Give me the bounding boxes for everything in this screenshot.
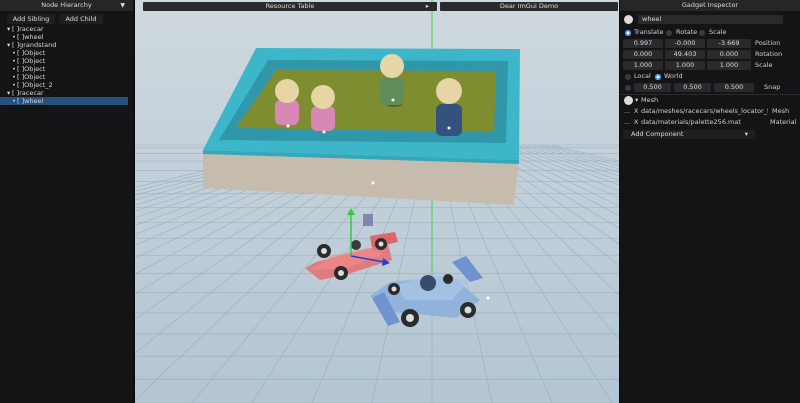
node-marker	[371, 181, 375, 185]
local-radio[interactable]	[625, 74, 631, 80]
mesh-header-label: Mesh	[641, 96, 659, 104]
scale-x-field[interactable]: 1.000	[623, 61, 663, 70]
tree-node[interactable]: ▾[ ]racecar	[0, 89, 128, 97]
dropdown-arrow-icon: ▾	[744, 130, 748, 138]
add-component-label: Add Component	[631, 130, 684, 138]
tree-toggle-icon[interactable]: •	[12, 73, 16, 81]
tree-toggle-icon[interactable]: ▾	[7, 41, 10, 49]
world-radio[interactable]	[655, 74, 661, 80]
node-hierarchy-title: Node Hierarchy	[41, 1, 92, 9]
enabled-checkbox[interactable]	[624, 15, 633, 24]
add-component-dropdown[interactable]: Add Component ▾	[623, 130, 755, 139]
rotation-label: Rotation	[755, 50, 783, 58]
tree-node[interactable]: •[ ]Object	[0, 49, 128, 57]
tree-node-label: [ ]Object	[17, 73, 46, 81]
tree-node[interactable]: •[ ]Object	[0, 73, 128, 81]
node-marker	[391, 98, 395, 102]
tree-node-label: [ ]Object	[17, 57, 46, 65]
tree-toggle-icon[interactable]: •	[12, 65, 16, 73]
node-hierarchy-titlebar: Node Hierarchy ▼	[0, 0, 133, 11]
scale-row-label: Scale	[755, 61, 773, 69]
rotate-radio[interactable]	[666, 30, 672, 36]
scene-viewport[interactable]	[135, 0, 619, 403]
add-child-button[interactable]: Add Child	[59, 14, 103, 24]
scale-label: Scale	[709, 28, 727, 36]
material-path-field[interactable]: data/materials/palette256.mat	[641, 118, 741, 127]
tree-toggle-icon[interactable]: ▾	[7, 89, 10, 97]
tree-node-label: [ ]Object	[17, 65, 46, 73]
material-browse-button[interactable]: ...	[624, 118, 630, 127]
resource-table-label: Resource Table	[265, 2, 315, 10]
position-x-field[interactable]: 0.997	[623, 39, 663, 48]
position-z-field[interactable]: -3.669	[707, 39, 751, 48]
scale-z-field[interactable]: 1.000	[707, 61, 751, 70]
tree-node[interactable]: •[ ]wheel	[0, 97, 128, 105]
translate-radio[interactable]	[625, 30, 631, 36]
tree-node-label: [ ]racecar	[12, 25, 44, 33]
grandstand-model[interactable]	[203, 48, 520, 205]
spectator-figure[interactable]	[275, 79, 299, 125]
scale-radio[interactable]	[699, 30, 705, 36]
add-sibling-button[interactable]: Add Sibling	[7, 14, 55, 24]
tree-toggle-icon[interactable]: •	[12, 33, 16, 41]
tree-toggle-icon[interactable]: •	[12, 57, 16, 65]
tree-toggle-icon[interactable]: •	[12, 97, 16, 105]
resource-table-tab[interactable]: Resource Table ▸	[143, 2, 437, 11]
translate-label: Translate	[634, 28, 664, 36]
mesh-label: Mesh	[772, 107, 790, 115]
mesh-browse-button[interactable]: ...	[624, 107, 630, 116]
material-label: Material	[770, 118, 797, 126]
tree-node[interactable]: •[ ]Object	[0, 57, 128, 65]
tree-node[interactable]: •[ ]wheel	[0, 33, 128, 41]
node-name-field[interactable]: wheel	[638, 15, 783, 24]
snap-label: Snap	[764, 83, 781, 91]
local-label: Local	[634, 72, 651, 80]
gadget-inspector-panel: Gadget Inspector wheel Translate Rotate …	[620, 0, 800, 403]
tree-node-label: [ ]grandstand	[12, 41, 57, 49]
mesh-enabled-checkbox[interactable]	[624, 96, 633, 105]
world-label: World	[664, 72, 683, 80]
node-marker	[322, 130, 326, 134]
scale-y-field[interactable]: 1.000	[665, 61, 705, 70]
spectator-figure[interactable]	[311, 85, 335, 131]
tree-toggle-icon[interactable]: •	[12, 81, 16, 89]
gadget-inspector-titlebar: Gadget Inspector	[620, 0, 800, 11]
node-marker	[286, 124, 290, 128]
material-clear-button[interactable]: X	[634, 118, 638, 127]
tree-node[interactable]: ▾[ ]racecar	[0, 25, 128, 33]
tree-node-label: [ ]Object_2	[17, 81, 53, 89]
position-label: Position	[755, 39, 781, 47]
node-name-value: wheel	[642, 15, 662, 23]
rotation-x-field[interactable]: 0.000	[623, 50, 663, 59]
tree-node[interactable]: •[ ]Object	[0, 65, 128, 73]
snap-y-field[interactable]: 0.500	[674, 83, 711, 92]
node-hierarchy-panel: Node Hierarchy ▼ Add Sibling Add Child ▾…	[0, 0, 133, 403]
rotate-label: Rotate	[676, 28, 698, 36]
imgui-demo-label: Dear ImGui Demo	[499, 2, 559, 10]
section-divider	[620, 94, 800, 95]
snap-x-field[interactable]: 0.500	[634, 83, 671, 92]
tree-toggle-icon[interactable]: ▾	[7, 25, 10, 33]
snap-z-field[interactable]: 0.500	[714, 83, 754, 92]
mesh-collapse-icon[interactable]: ▾	[635, 96, 638, 105]
tree-node-label: [ ]wheel	[17, 97, 44, 105]
snap-toggle[interactable]	[625, 85, 631, 91]
mesh-clear-button[interactable]: X	[634, 107, 638, 116]
imgui-demo-tab[interactable]: Dear ImGui Demo	[440, 2, 618, 11]
collapse-arrow-icon[interactable]: ▼	[120, 0, 125, 11]
gadget-inspector-title: Gadget Inspector	[681, 1, 739, 9]
rotation-y-field[interactable]: 49.403	[665, 50, 705, 59]
tree-node[interactable]: ▾[ ]grandstand	[0, 41, 128, 49]
tree-node-label: [ ]wheel	[17, 33, 44, 41]
expand-arrow-icon: ▸	[425, 2, 429, 10]
tree-node-label: [ ]racecar	[12, 89, 44, 97]
mesh-path-field[interactable]: data/meshes/racecars/wheels_locator_fanc…	[641, 107, 768, 116]
node-marker	[486, 296, 490, 300]
node-marker	[447, 126, 451, 130]
tree-node[interactable]: •[ ]Object_2	[0, 81, 128, 89]
rotation-z-field[interactable]: 0.000	[707, 50, 751, 59]
position-y-field[interactable]: -0.000	[665, 39, 705, 48]
tree-toggle-icon[interactable]: •	[12, 49, 16, 57]
tree-node-label: [ ]Object	[17, 49, 46, 57]
